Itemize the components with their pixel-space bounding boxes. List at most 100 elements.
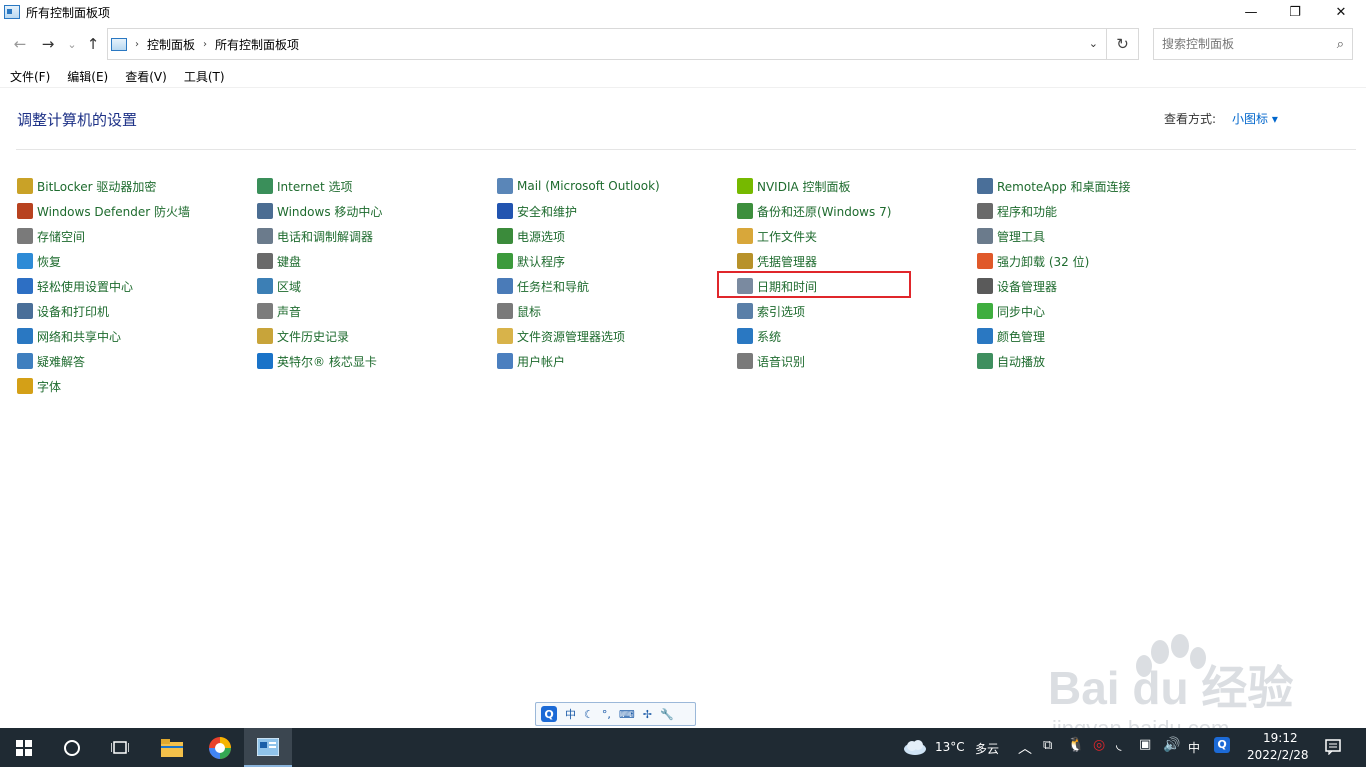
cp-item[interactable]: 电源选项 bbox=[497, 226, 565, 246]
volume-icon[interactable]: 🔊 bbox=[1163, 737, 1180, 753]
cp-item-label[interactable]: 程序和功能 bbox=[997, 203, 1057, 220]
up-button[interactable]: ↑ bbox=[83, 34, 103, 54]
cp-item[interactable]: 英特尔® 核芯显卡 bbox=[257, 351, 377, 371]
cp-item-label[interactable]: 工作文件夹 bbox=[757, 228, 817, 245]
cp-item[interactable]: 安全和维护 bbox=[497, 201, 577, 221]
cp-item-label[interactable]: 用户帐户 bbox=[517, 353, 565, 370]
forward-button[interactable]: → bbox=[38, 34, 58, 54]
cp-item-label[interactable]: 语音识别 bbox=[757, 353, 805, 370]
cp-item-label[interactable]: 凭据管理器 bbox=[757, 253, 817, 270]
cp-item[interactable]: 设备和打印机 bbox=[17, 301, 109, 321]
cp-item-label[interactable]: Internet 选项 bbox=[277, 178, 352, 195]
cp-item-label[interactable]: 鼠标 bbox=[517, 303, 541, 320]
weather-temp[interactable]: 13°C bbox=[935, 740, 965, 754]
cp-item-label[interactable]: 默认程序 bbox=[517, 253, 565, 270]
task-view-button[interactable] bbox=[96, 728, 144, 767]
cp-item[interactable]: 颜色管理 bbox=[977, 326, 1045, 346]
menu-edit[interactable]: 编辑(E) bbox=[57, 68, 115, 85]
cp-item-label[interactable]: 存储空间 bbox=[37, 228, 85, 245]
cp-item-label[interactable]: Mail (Microsoft Outlook) bbox=[517, 179, 660, 193]
cp-item[interactable]: 网络和共享中心 bbox=[17, 326, 121, 346]
cp-item-label[interactable]: 网络和共享中心 bbox=[37, 328, 121, 345]
cp-item-label[interactable]: 颜色管理 bbox=[997, 328, 1045, 345]
tray-app-icon[interactable]: ⧉ bbox=[1043, 738, 1052, 753]
cp-item-label[interactable]: 疑难解答 bbox=[37, 353, 85, 370]
cp-item-label[interactable]: 英特尔® 核芯显卡 bbox=[277, 353, 377, 370]
menu-tools[interactable]: 工具(T) bbox=[174, 68, 232, 85]
cp-item-label[interactable]: 管理工具 bbox=[997, 228, 1045, 245]
cp-item[interactable]: 文件资源管理器选项 bbox=[497, 326, 625, 346]
cp-item[interactable]: Mail (Microsoft Outlook) bbox=[497, 176, 660, 196]
moon-icon[interactable]: ☾ bbox=[584, 708, 594, 721]
cp-item-label[interactable]: 设备管理器 bbox=[997, 278, 1057, 295]
cp-item-label[interactable]: 设备和打印机 bbox=[37, 303, 109, 320]
weather-cloud-icon[interactable] bbox=[903, 738, 927, 756]
cp-item[interactable]: Internet 选项 bbox=[257, 176, 352, 196]
cp-item[interactable]: 轻松使用设置中心 bbox=[17, 276, 133, 296]
cp-item-label[interactable]: BitLocker 驱动器加密 bbox=[37, 178, 156, 195]
cp-item-label[interactable]: 文件历史记录 bbox=[277, 328, 349, 345]
cp-item-label[interactable]: 文件资源管理器选项 bbox=[517, 328, 625, 345]
cp-item[interactable]: BitLocker 驱动器加密 bbox=[17, 176, 156, 196]
cp-item-label[interactable]: 任务栏和导航 bbox=[517, 278, 589, 295]
cp-item-label[interactable]: 区域 bbox=[277, 278, 301, 295]
cp-item[interactable]: 备份和还原(Windows 7) bbox=[737, 201, 891, 221]
antivirus-icon[interactable]: ◎ bbox=[1093, 737, 1105, 753]
maximize-button[interactable]: ❐ bbox=[1272, 0, 1318, 24]
menu-file[interactable]: 文件(F) bbox=[0, 68, 57, 85]
cp-item[interactable]: 字体 bbox=[17, 376, 61, 396]
minimize-button[interactable]: — bbox=[1228, 0, 1274, 24]
cp-item-label[interactable]: NVIDIA 控制面板 bbox=[757, 178, 851, 195]
taskbar-file-explorer[interactable] bbox=[148, 728, 196, 767]
refresh-button[interactable]: ↻ bbox=[1107, 28, 1139, 60]
cp-item-label[interactable]: 电话和调制解调器 bbox=[277, 228, 373, 245]
weather-desc[interactable]: 多云 bbox=[975, 740, 999, 757]
cp-item[interactable]: 电话和调制解调器 bbox=[257, 226, 373, 246]
cp-item[interactable]: 任务栏和导航 bbox=[497, 276, 589, 296]
input-language[interactable]: 中 bbox=[1188, 739, 1200, 756]
menu-view[interactable]: 查看(V) bbox=[115, 68, 174, 85]
cp-item[interactable]: 同步中心 bbox=[977, 301, 1045, 321]
ime-logo-icon[interactable]: Q bbox=[541, 706, 557, 722]
cp-item-label[interactable]: RemoteApp 和桌面连接 bbox=[997, 178, 1131, 195]
wifi-icon[interactable]: ◟ bbox=[1116, 737, 1121, 753]
cp-item-label[interactable]: 轻松使用设置中心 bbox=[37, 278, 133, 295]
keyboard-icon[interactable]: ⌨ bbox=[619, 708, 635, 721]
cp-item-label[interactable]: 系统 bbox=[757, 328, 781, 345]
cp-item[interactable]: Windows 移动中心 bbox=[257, 201, 382, 221]
tray-blue-app-icon[interactable]: ▣ bbox=[1139, 737, 1151, 752]
cp-item[interactable]: 凭据管理器 bbox=[737, 251, 817, 271]
cp-item-label[interactable]: 恢复 bbox=[37, 253, 61, 270]
symbol-icon[interactable]: ✢ bbox=[643, 708, 652, 721]
clock-date[interactable]: 2022/2/28 bbox=[1247, 748, 1309, 762]
cp-item-label[interactable]: 同步中心 bbox=[997, 303, 1045, 320]
cp-item[interactable]: 存储空间 bbox=[17, 226, 85, 246]
cp-item-label[interactable]: 安全和维护 bbox=[517, 203, 577, 220]
cp-item[interactable]: 声音 bbox=[257, 301, 301, 321]
cp-item[interactable]: RemoteApp 和桌面连接 bbox=[977, 176, 1131, 196]
cp-item[interactable]: 索引选项 bbox=[737, 301, 805, 321]
clock-time[interactable]: 19:12 bbox=[1263, 731, 1298, 745]
breadcrumb-all-items[interactable]: 所有控制面板项 bbox=[215, 36, 299, 53]
cp-item[interactable]: 区域 bbox=[257, 276, 301, 296]
cp-item[interactable]: 工作文件夹 bbox=[737, 226, 817, 246]
start-button[interactable] bbox=[0, 728, 48, 767]
close-button[interactable]: ✕ bbox=[1318, 0, 1364, 24]
cp-item[interactable]: 管理工具 bbox=[977, 226, 1045, 246]
cp-item-label[interactable]: 强力卸载 (32 位) bbox=[997, 253, 1089, 270]
cp-item[interactable]: 疑难解答 bbox=[17, 351, 85, 371]
ime-mode-toggle[interactable]: 中 bbox=[565, 706, 576, 722]
taskbar-control-panel[interactable] bbox=[244, 728, 292, 767]
notification-icon[interactable] bbox=[1325, 739, 1341, 755]
cp-item[interactable]: 恢复 bbox=[17, 251, 61, 271]
cp-item[interactable]: 键盘 bbox=[257, 251, 301, 271]
search-input[interactable] bbox=[1162, 37, 1322, 51]
cp-item[interactable]: 语音识别 bbox=[737, 351, 805, 371]
qq-penguin-icon[interactable]: 🐧 bbox=[1067, 737, 1084, 753]
cp-item[interactable]: NVIDIA 控制面板 bbox=[737, 176, 851, 196]
cp-item-label[interactable]: 键盘 bbox=[277, 253, 301, 270]
cp-item[interactable]: 自动播放 bbox=[977, 351, 1045, 371]
cp-item-label[interactable]: 电源选项 bbox=[517, 228, 565, 245]
cp-item[interactable]: 默认程序 bbox=[497, 251, 565, 271]
cp-item[interactable]: 文件历史记录 bbox=[257, 326, 349, 346]
